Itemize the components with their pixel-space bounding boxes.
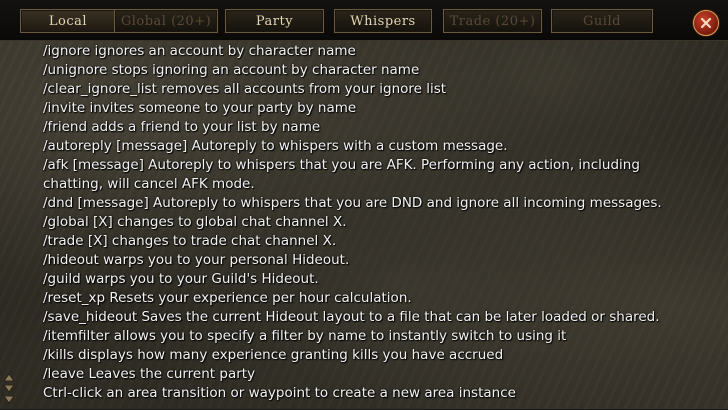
scroll-bottom-icon[interactable] (3, 395, 15, 404)
chat-line: /autoreply [message] Autoreply to whispe… (43, 138, 508, 154)
chat-line: /friend adds a friend to your list by na… (43, 119, 321, 135)
chat-line: /hideout warps you to your personal Hide… (43, 252, 350, 268)
chat-line: /global [X] changes to global chat chann… (43, 214, 347, 230)
tab-trade[interactable]: Trade (20+) (443, 9, 542, 33)
chat-tab-bar: Local Global (20+) Party Whispers Trade … (0, 0, 728, 41)
chat-line: /itemfilter allows you to specify a filt… (43, 328, 567, 344)
chat-log[interactable]: /ignore ignores an account by character … (0, 40, 728, 409)
close-button[interactable] (693, 10, 719, 36)
tab-whispers[interactable]: Whispers (334, 9, 432, 33)
scroll-arrows (3, 372, 15, 406)
chat-line: /unignore stops ignoring an account by c… (43, 62, 420, 78)
close-icon (700, 17, 712, 29)
scroll-down-icon[interactable] (3, 384, 15, 393)
tab-party[interactable]: Party (225, 9, 324, 33)
chat-line: /afk [message] Autoreply to whispers tha… (43, 157, 640, 192)
tab-local[interactable]: Local (20, 9, 116, 33)
chat-line: /leave Leaves the current party (43, 366, 256, 382)
tab-guild[interactable]: Guild (551, 9, 653, 33)
chat-line: /trade [X] changes to trade chat channel… (43, 233, 337, 249)
chat-line: /save_hideout Saves the current Hideout … (43, 309, 660, 325)
chat-line: /kills displays how many experience gran… (43, 347, 504, 363)
tab-global[interactable]: Global (20+) (114, 9, 218, 33)
chat-line: /dnd [message] Autoreply to whispers tha… (43, 195, 662, 211)
chat-line: /invite invites someone to your party by… (43, 100, 357, 116)
chat-line: /reset_xp Resets your experience per hou… (43, 290, 412, 306)
scroll-up-icon[interactable] (3, 373, 15, 382)
chat-line: Ctrl-click an area transition or waypoin… (43, 385, 516, 401)
chat-line: /clear_ignore_list removes all accounts … (43, 81, 447, 97)
chat-line: /ignore ignores an account by character … (43, 43, 356, 59)
chat-line: /guild warps you to your Guild's Hideout… (43, 271, 319, 287)
